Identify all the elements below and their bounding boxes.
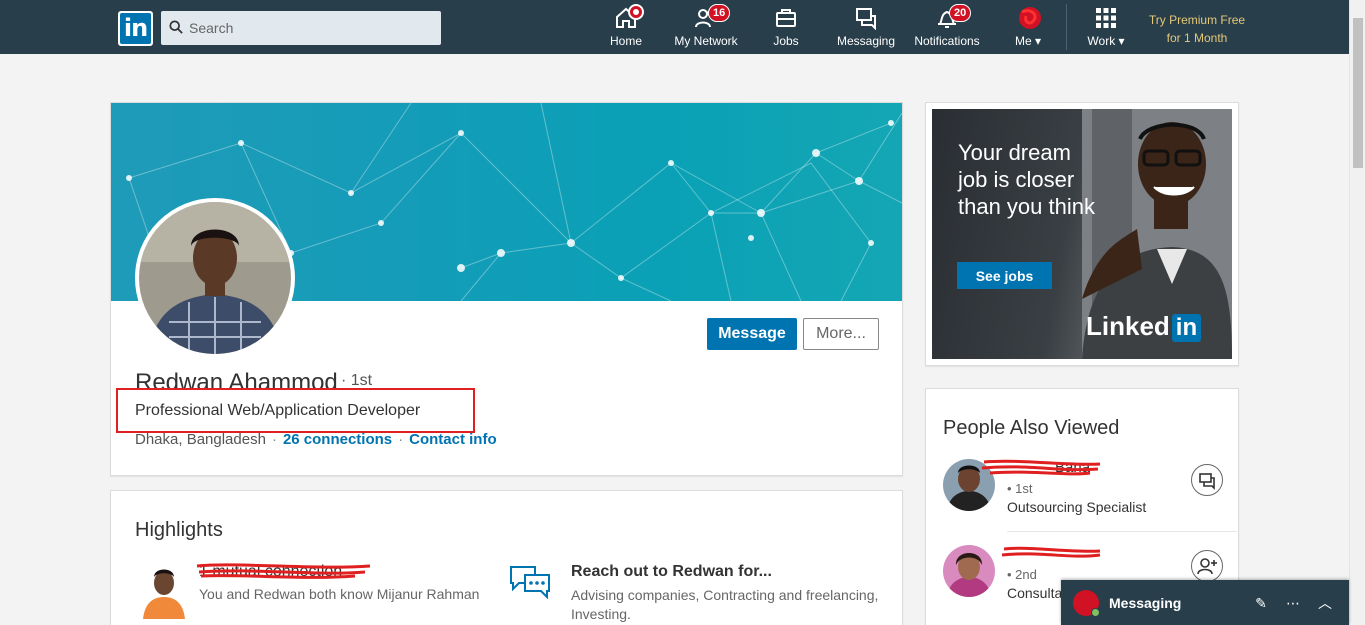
ad-card[interactable]: Your dream job is closer than you think … bbox=[925, 102, 1239, 366]
messaging-overlay-bar[interactable]: Messaging ✎ ⋯ ︿ bbox=[1061, 580, 1349, 625]
highlights-card: Highlights 1 mutual connection You and R… bbox=[110, 490, 903, 625]
avatar[interactable] bbox=[943, 545, 995, 597]
profile-photo-image bbox=[139, 202, 291, 354]
online-status-dot bbox=[1091, 608, 1100, 617]
nav-me[interactable]: Me ▾ bbox=[1006, 6, 1050, 50]
nav-home[interactable]: Home bbox=[606, 4, 646, 50]
person-role: Outsourcing Specialist bbox=[1007, 499, 1147, 515]
person-degree: • 1st bbox=[1007, 481, 1033, 496]
grid-icon bbox=[1094, 6, 1118, 30]
page-scrollbar[interactable] bbox=[1349, 0, 1365, 625]
avatar[interactable] bbox=[943, 459, 995, 511]
chevron-down-icon: ▾ bbox=[1034, 34, 1042, 48]
nav-divider bbox=[1066, 4, 1067, 50]
contact-info-link[interactable]: Contact info bbox=[409, 431, 497, 448]
premium-line-2[interactable]: for 1 Month bbox=[1142, 29, 1252, 47]
messaging-label[interactable]: Messaging bbox=[1109, 595, 1181, 611]
nav-my-network[interactable]: 16 My Network bbox=[670, 4, 742, 50]
messaging-icon bbox=[854, 6, 878, 31]
people-icon: 16 bbox=[694, 4, 731, 30]
connections-link[interactable]: 26 connections bbox=[283, 431, 392, 448]
reach-out-title[interactable]: Reach out to Redwan for... bbox=[571, 563, 772, 581]
more-options-icon[interactable]: ⋯ bbox=[1284, 594, 1302, 612]
me-avatar bbox=[1016, 6, 1041, 30]
profile-photo[interactable] bbox=[135, 198, 295, 358]
notifications-badge: 20 bbox=[949, 4, 972, 22]
bell-icon: 20 bbox=[935, 4, 972, 30]
top-nav-bar: in Home 16 My Network Jobs Messaging bbox=[0, 0, 1349, 54]
nav-work[interactable]: Work ▾ bbox=[1080, 6, 1132, 50]
home-notification-dot bbox=[628, 4, 644, 20]
wordmark-text: Linked bbox=[1086, 311, 1170, 341]
premium-line-1[interactable]: Try Premium Free bbox=[1142, 11, 1252, 29]
annotation-highlight-box bbox=[116, 388, 475, 433]
search-box[interactable] bbox=[161, 11, 441, 45]
linkedin-wordmark: Linked in bbox=[1086, 311, 1202, 342]
ad-headline: Your dream job is closer than you think bbox=[958, 140, 1095, 219]
home-icon bbox=[614, 4, 644, 30]
person-name[interactable]: Bana bbox=[1055, 459, 1090, 476]
highlights-title: Highlights bbox=[135, 519, 223, 541]
nav-messaging-label: Messaging bbox=[836, 34, 896, 48]
profile-meta-line: Dhaka, Bangladesh · 26 connections · Contact… bbox=[135, 431, 497, 448]
connect-person-button[interactable] bbox=[1191, 550, 1223, 582]
search-icon bbox=[169, 20, 183, 34]
chevron-up-icon[interactable]: ︿ bbox=[1316, 594, 1334, 612]
mutual-connection-detail: You and Redwan both know Mijanur Rahman bbox=[199, 586, 480, 602]
chevron-down-icon: ▾ bbox=[1118, 34, 1125, 48]
message-button[interactable]: Message bbox=[707, 318, 797, 350]
linkedin-logo[interactable]: in bbox=[118, 11, 153, 46]
mutual-connection-title[interactable]: 1 mutual connection bbox=[199, 563, 342, 581]
nav-jobs-label: Jobs bbox=[773, 34, 799, 48]
separator-dot: · bbox=[398, 431, 404, 448]
ad-image[interactable]: Your dream job is closer than you think … bbox=[932, 109, 1232, 359]
nav-me-text: Me bbox=[1014, 34, 1032, 48]
nav-home-label: Home bbox=[609, 34, 642, 48]
message-person-button[interactable] bbox=[1191, 464, 1223, 496]
nav-me-label: Me ▾ bbox=[1006, 34, 1050, 48]
briefcase-icon bbox=[774, 6, 798, 30]
compose-icon[interactable]: ✎ bbox=[1252, 594, 1270, 612]
search-input[interactable] bbox=[189, 11, 437, 45]
linkedin-logo-mark[interactable]: in bbox=[120, 13, 151, 44]
profile-location: Dhaka, Bangladesh bbox=[135, 431, 266, 448]
person-degree: • 2nd bbox=[1007, 567, 1037, 582]
mutual-connection-avatar[interactable] bbox=[139, 563, 189, 619]
nav-work-label: Work ▾ bbox=[1080, 34, 1132, 48]
wordmark-in: in bbox=[1171, 314, 1202, 342]
premium-link[interactable]: Try Premium Free for 1 Month bbox=[1142, 11, 1252, 47]
nav-my-network-label: My Network bbox=[674, 34, 738, 48]
nav-work-text: Work bbox=[1087, 34, 1116, 48]
separator-dot: · bbox=[271, 431, 277, 448]
chat-bubbles-icon bbox=[507, 563, 553, 600]
add-person-icon bbox=[1197, 558, 1217, 575]
scrollbar-thumb[interactable] bbox=[1353, 18, 1363, 168]
nav-jobs[interactable]: Jobs bbox=[766, 6, 806, 50]
reach-out-detail: Advising companies, Contracting and free… bbox=[571, 587, 879, 622]
nav-notifications-label: Notifications bbox=[914, 34, 980, 48]
see-jobs-button[interactable]: See jobs bbox=[957, 262, 1052, 289]
list-divider bbox=[1007, 531, 1237, 532]
more-button[interactable]: More... bbox=[803, 318, 879, 350]
nav-messaging[interactable]: Messaging bbox=[834, 6, 898, 50]
network-badge: 16 bbox=[708, 4, 731, 22]
messaging-icon bbox=[1199, 473, 1215, 490]
people-also-viewed-title: People Also Viewed bbox=[943, 417, 1120, 439]
nav-notifications[interactable]: 20 Notifications bbox=[910, 4, 984, 50]
list-item[interactable]: Bana • 1st Outsourcing Specialist bbox=[943, 459, 1233, 529]
